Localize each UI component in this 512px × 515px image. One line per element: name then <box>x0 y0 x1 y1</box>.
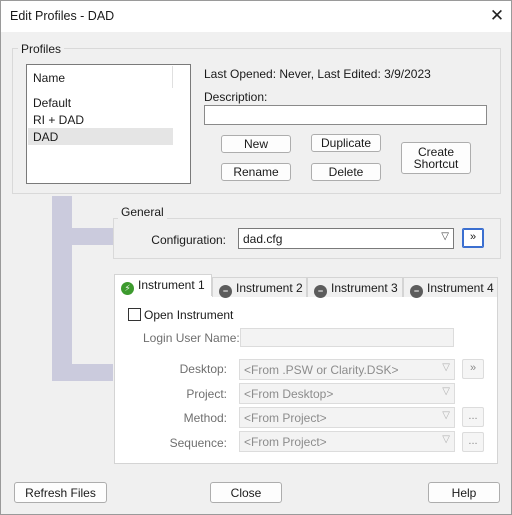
configuration-expand-button[interactable]: » <box>462 228 484 248</box>
chevron-down-icon: ▽ <box>442 386 450 397</box>
create-shortcut-button[interactable]: Create Shortcut <box>401 142 471 174</box>
list-item-default[interactable]: Default <box>28 94 173 111</box>
tab-instrument-4-label: Instrument 4 <box>427 281 494 295</box>
tab-instrument-4[interactable]: − Instrument 4 <box>403 277 498 298</box>
configuration-label: Configuration: <box>151 233 226 247</box>
project-label: Project: <box>186 387 227 401</box>
desktop-value: <From .PSW or Clarity.DSK> <box>244 363 399 377</box>
tab-instrument-3-label: Instrument 3 <box>331 281 398 295</box>
description-input[interactable] <box>204 105 487 125</box>
project-value: <From Desktop> <box>244 387 334 401</box>
minus-circle-icon: − <box>314 285 327 298</box>
delete-button[interactable]: Delete <box>311 163 381 181</box>
desktop-select[interactable]: <From .PSW or Clarity.DSK> ▽ <box>239 359 455 380</box>
login-user-name-input[interactable] <box>240 328 454 347</box>
list-item-dad[interactable]: DAD <box>28 128 173 145</box>
tab-instrument-1-label: Instrument 1 <box>138 278 205 292</box>
duplicate-button[interactable]: Duplicate <box>311 134 381 152</box>
chevron-down-icon: ▽ <box>442 410 450 421</box>
close-icon[interactable]: ✕ <box>485 4 509 28</box>
edit-profiles-window: Edit Profiles - DAD ✕ Profiles Name Defa… <box>0 0 512 515</box>
minus-circle-icon: − <box>410 285 423 298</box>
connector-branch-general <box>72 228 113 245</box>
desktop-expand-button[interactable]: » <box>462 359 484 379</box>
sequence-browse-button[interactable]: ... <box>462 432 484 452</box>
close-button[interactable]: Close <box>210 482 282 503</box>
sequence-label: Sequence: <box>169 436 227 450</box>
rename-button[interactable]: Rename <box>221 163 291 181</box>
description-label: Description: <box>204 90 268 104</box>
chevron-down-icon: ▽ <box>442 362 450 373</box>
tab-instrument-1[interactable]: ⚡ Instrument 1 <box>114 274 212 296</box>
new-button[interactable]: New <box>221 135 291 153</box>
project-select[interactable]: <From Desktop> ▽ <box>239 383 455 404</box>
refresh-files-button[interactable]: Refresh Files <box>14 482 107 503</box>
open-instrument-label[interactable]: Open Instrument <box>144 308 233 322</box>
sequence-select[interactable]: <From Project> ▽ <box>239 431 455 452</box>
method-value: <From Project> <box>244 411 327 425</box>
minus-circle-icon: − <box>219 285 232 298</box>
profile-info-text: Last Opened: Never, Last Edited: 3/9/202… <box>204 67 431 81</box>
configuration-value: dad.cfg <box>243 232 283 246</box>
sequence-value: <From Project> <box>244 435 327 449</box>
general-group-label: General <box>118 205 167 219</box>
tab-instrument-2[interactable]: − Instrument 2 <box>212 277 307 298</box>
connector-vertical <box>52 196 72 381</box>
lightning-icon: ⚡ <box>121 282 134 295</box>
list-item-ri-dad[interactable]: RI + DAD <box>28 111 173 128</box>
list-header-name[interactable]: Name <box>28 66 173 88</box>
connector-branch-instruments <box>72 364 113 381</box>
chevron-down-icon: ▽ <box>442 434 450 445</box>
method-browse-button[interactable]: ... <box>462 407 484 427</box>
help-button[interactable]: Help <box>428 482 500 503</box>
profiles-list[interactable]: Name Default RI + DAD DAD <box>26 64 191 184</box>
login-user-name-label: Login User Name: <box>143 331 240 345</box>
profiles-group-label: Profiles <box>18 42 65 56</box>
title-bar: Edit Profiles - DAD ✕ <box>1 1 511 32</box>
method-select[interactable]: <From Project> ▽ <box>239 407 455 428</box>
method-label: Method: <box>183 411 227 425</box>
window-title: Edit Profiles - DAD <box>10 9 115 23</box>
chevron-down-icon: ▽ <box>441 231 449 242</box>
tab-instrument-3[interactable]: − Instrument 3 <box>307 277 403 298</box>
create-shortcut-label-line2: Shortcut <box>413 157 459 171</box>
desktop-label: Desktop: <box>179 362 227 376</box>
tab-instrument-2-label: Instrument 2 <box>236 281 303 295</box>
configuration-select[interactable]: dad.cfg ▽ <box>238 228 454 249</box>
open-instrument-checkbox[interactable] <box>128 308 141 321</box>
